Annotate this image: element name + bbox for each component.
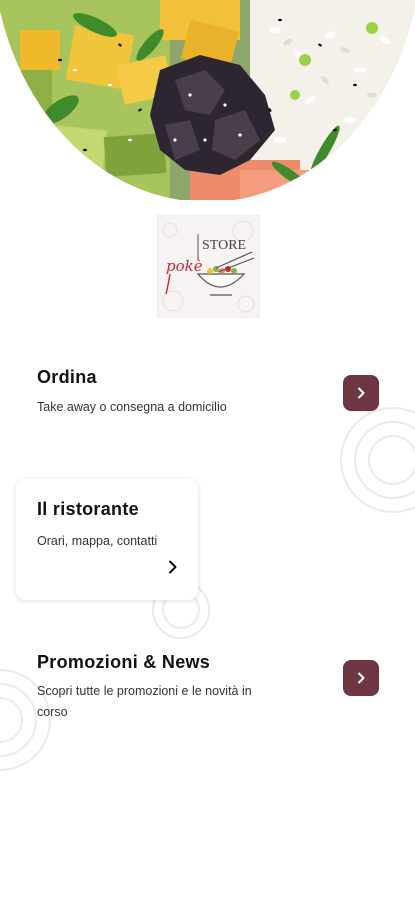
chevron-right-icon[interactable] bbox=[166, 559, 180, 575]
store-logo: STORE pokè bbox=[158, 216, 259, 317]
menu-item-promozioni[interactable]: Promozioni & News Scopri tutte le promoz… bbox=[0, 645, 415, 735]
ristorante-subtitle: Orari, mappa, contatti bbox=[37, 534, 158, 548]
poke-bowl-photo bbox=[0, 0, 415, 200]
promozioni-subtitle-line2: corso bbox=[37, 705, 68, 719]
promozioni-button[interactable] bbox=[343, 660, 379, 696]
poke-store-logo: STORE pokè bbox=[162, 220, 255, 313]
ordina-subtitle: Take away o consegna a domicilio bbox=[37, 400, 227, 414]
chevron-right-icon bbox=[358, 672, 365, 684]
ristorante-title: Il ristorante bbox=[37, 499, 139, 519]
hero-image bbox=[0, 0, 415, 200]
promozioni-title: Promozioni & News bbox=[37, 652, 211, 672]
logo-poke-text: pokè bbox=[166, 257, 203, 275]
promozioni-subtitle-line1: Scopri tutte le promozioni e le novità i… bbox=[37, 684, 252, 698]
menu-item-ristorante[interactable]: Il ristorante Orari, mappa, contatti bbox=[16, 479, 198, 600]
chevron-right-icon bbox=[358, 387, 365, 399]
menu-item-ordina[interactable]: Ordina Take away o consegna a domicilio bbox=[0, 360, 415, 430]
ordina-button[interactable] bbox=[343, 375, 379, 411]
ordina-title: Ordina bbox=[37, 367, 97, 387]
logo-store-text: STORE bbox=[202, 238, 246, 253]
